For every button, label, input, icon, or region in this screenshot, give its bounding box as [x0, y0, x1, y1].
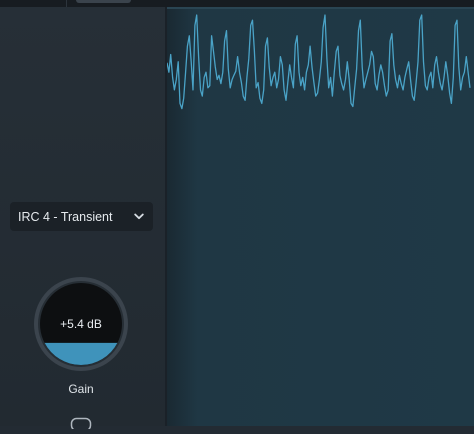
link-icon[interactable] [70, 416, 92, 432]
gain-knob[interactable]: +5.4 dB [30, 273, 132, 375]
top-bar-divider [66, 0, 67, 7]
waveform [167, 14, 471, 110]
waveform-display[interactable] [167, 7, 474, 426]
chevron-down-icon [133, 211, 145, 223]
mode-dropdown[interactable]: IRC 4 - Transient [10, 202, 153, 231]
gain-label: Gain [68, 382, 94, 396]
top-tab-handle[interactable] [76, 0, 131, 3]
top-bar [0, 0, 474, 7]
mode-dropdown-value: IRC 4 - Transient [18, 209, 113, 224]
gain-value: +5.4 dB [60, 317, 102, 331]
